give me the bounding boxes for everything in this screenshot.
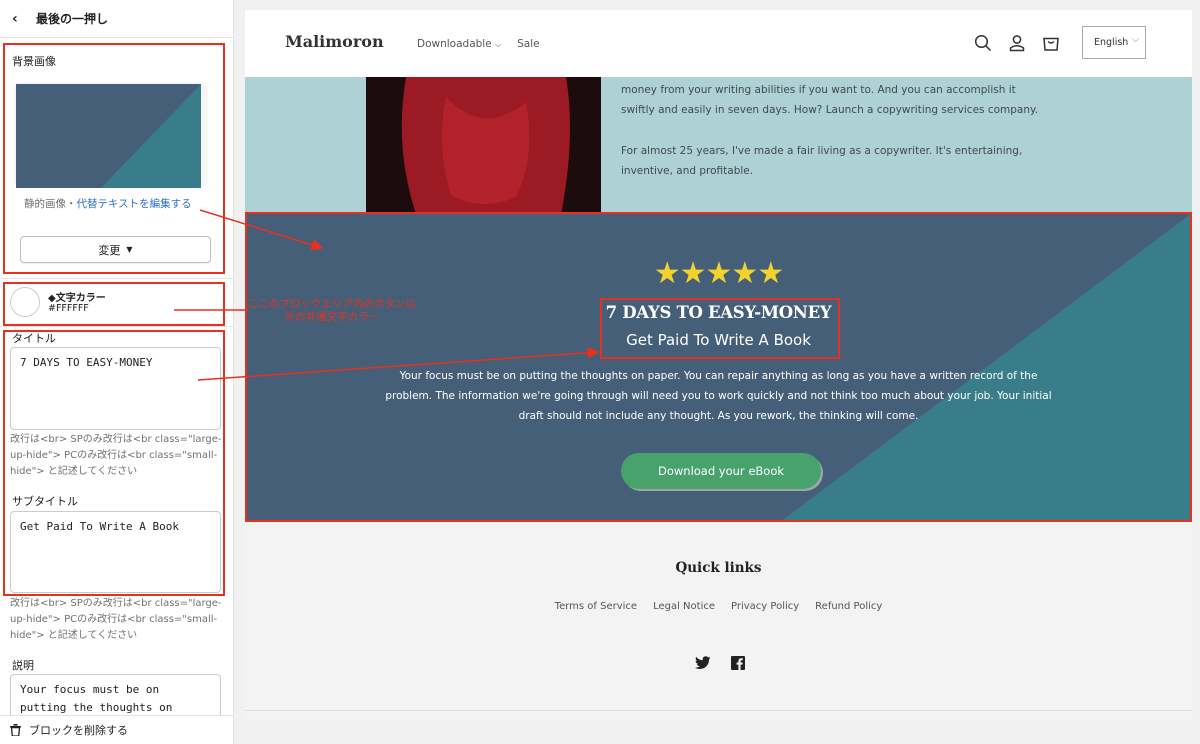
subtitle-textarea[interactable]: Get Paid To Write A Book	[10, 511, 221, 593]
footer-links: Terms of Service Legal Notice Privacy Po…	[245, 601, 1192, 612]
edit-alt-text-link[interactable]: 代替テキストを編集する	[77, 198, 192, 210]
social-links	[695, 655, 747, 670]
title-label: タイトル	[12, 332, 56, 345]
cart-icon[interactable]	[1042, 34, 1060, 52]
chevron-down-icon: ⌵	[495, 40, 502, 49]
nav-item-downloadable[interactable]: Downloadable ⌵	[417, 38, 501, 50]
subtitle-hint: 改行は<br> SPのみ改行は<br class="large-up-hide"…	[10, 598, 222, 641]
cta-description: Your focus must be on putting the though…	[385, 370, 1052, 422]
site-logo[interactable]: Malimoron	[285, 32, 384, 51]
author-photo	[366, 77, 601, 214]
background-image-thumbnail[interactable]	[16, 84, 201, 188]
nav-label: Downloadable	[417, 38, 492, 50]
header-icons	[974, 34, 1060, 52]
language-value: English	[1094, 37, 1129, 48]
footer-divider	[245, 710, 1192, 711]
footer-link[interactable]: Refund Policy	[815, 601, 882, 612]
download-ebook-button[interactable]: Download your eBook	[621, 453, 821, 489]
annotation-note: ここのブロックエリア内のボタン以外の共通文字カラー	[248, 298, 416, 323]
theme-editor-sidebar: ‹ 最後の一押し 背景画像 静的画像・代替テキストを編集する 変更 ▼ ◆文字カ…	[0, 0, 234, 744]
title-hint: 改行は<br> SPのみ改行は<br class="large-up-hide"…	[10, 434, 222, 477]
title-textarea[interactable]: 7 DAYS TO EASY-MONEY	[10, 347, 221, 430]
back-arrow-icon[interactable]: ‹	[12, 11, 26, 27]
image-kind: 静的画像	[24, 198, 66, 210]
footer-link[interactable]: Legal Notice	[653, 601, 715, 612]
about-text: money from your writing abilities if you…	[621, 80, 1051, 202]
text-color-title: ◆文字カラー	[48, 293, 106, 304]
account-icon[interactable]	[1008, 34, 1026, 52]
about-section: money from your writing abilities if you…	[245, 77, 1192, 214]
storefront-preview: Malimoron Downloadable ⌵ Sale English ⌵ …	[245, 10, 1192, 720]
rating-stars: ★★★★★	[653, 256, 784, 291]
delete-block-button[interactable]: ブロックを削除する	[0, 715, 233, 744]
final-push-section: ★★★★★ 7 DAYS TO EASY-MONEY Get Paid To W…	[245, 213, 1192, 522]
footer-link[interactable]: Privacy Policy	[731, 601, 799, 612]
text-color-value: #FFFFFF	[48, 303, 89, 314]
cta-subtitle: Get Paid To Write A Book	[626, 331, 811, 349]
chevron-down-icon: ⌵	[1132, 35, 1139, 45]
change-image-button[interactable]: 変更 ▼	[20, 236, 211, 263]
footer-heading: Quick links	[675, 560, 762, 576]
subtitle-label: サブタイトル	[12, 495, 78, 508]
description-label: 説明	[12, 659, 34, 672]
text-color-swatch[interactable]	[10, 287, 40, 317]
caret-down-icon: ▼	[126, 245, 133, 254]
about-paragraph: For almost 25 years, I've made a fair li…	[621, 145, 1023, 177]
image-preview-frame	[14, 82, 208, 188]
language-selector[interactable]: English ⌵	[1082, 26, 1146, 59]
main-nav: Downloadable ⌵ Sale	[417, 38, 540, 50]
background-image-label: 背景画像	[12, 55, 56, 68]
divider	[0, 326, 233, 327]
delete-block-label: ブロックを削除する	[29, 724, 128, 737]
nav-item-sale[interactable]: Sale	[517, 38, 539, 50]
twitter-icon[interactable]	[695, 655, 711, 669]
site-header: Malimoron Downloadable ⌵ Sale English ⌵	[245, 10, 1192, 77]
footer-link[interactable]: Terms of Service	[555, 601, 637, 612]
about-paragraph: money from your writing abilities if you…	[621, 84, 1039, 116]
facebook-icon[interactable]	[731, 655, 747, 670]
image-meta: 静的画像・代替テキストを編集する	[24, 196, 192, 211]
sidebar-header: ‹ 最後の一押し	[0, 0, 233, 38]
search-icon[interactable]	[974, 34, 992, 52]
sidebar-title: 最後の一押し	[36, 12, 109, 26]
meta-separator: ・	[66, 198, 77, 210]
divider	[0, 278, 233, 279]
trash-icon	[10, 724, 21, 736]
change-button-label: 変更	[98, 243, 121, 257]
